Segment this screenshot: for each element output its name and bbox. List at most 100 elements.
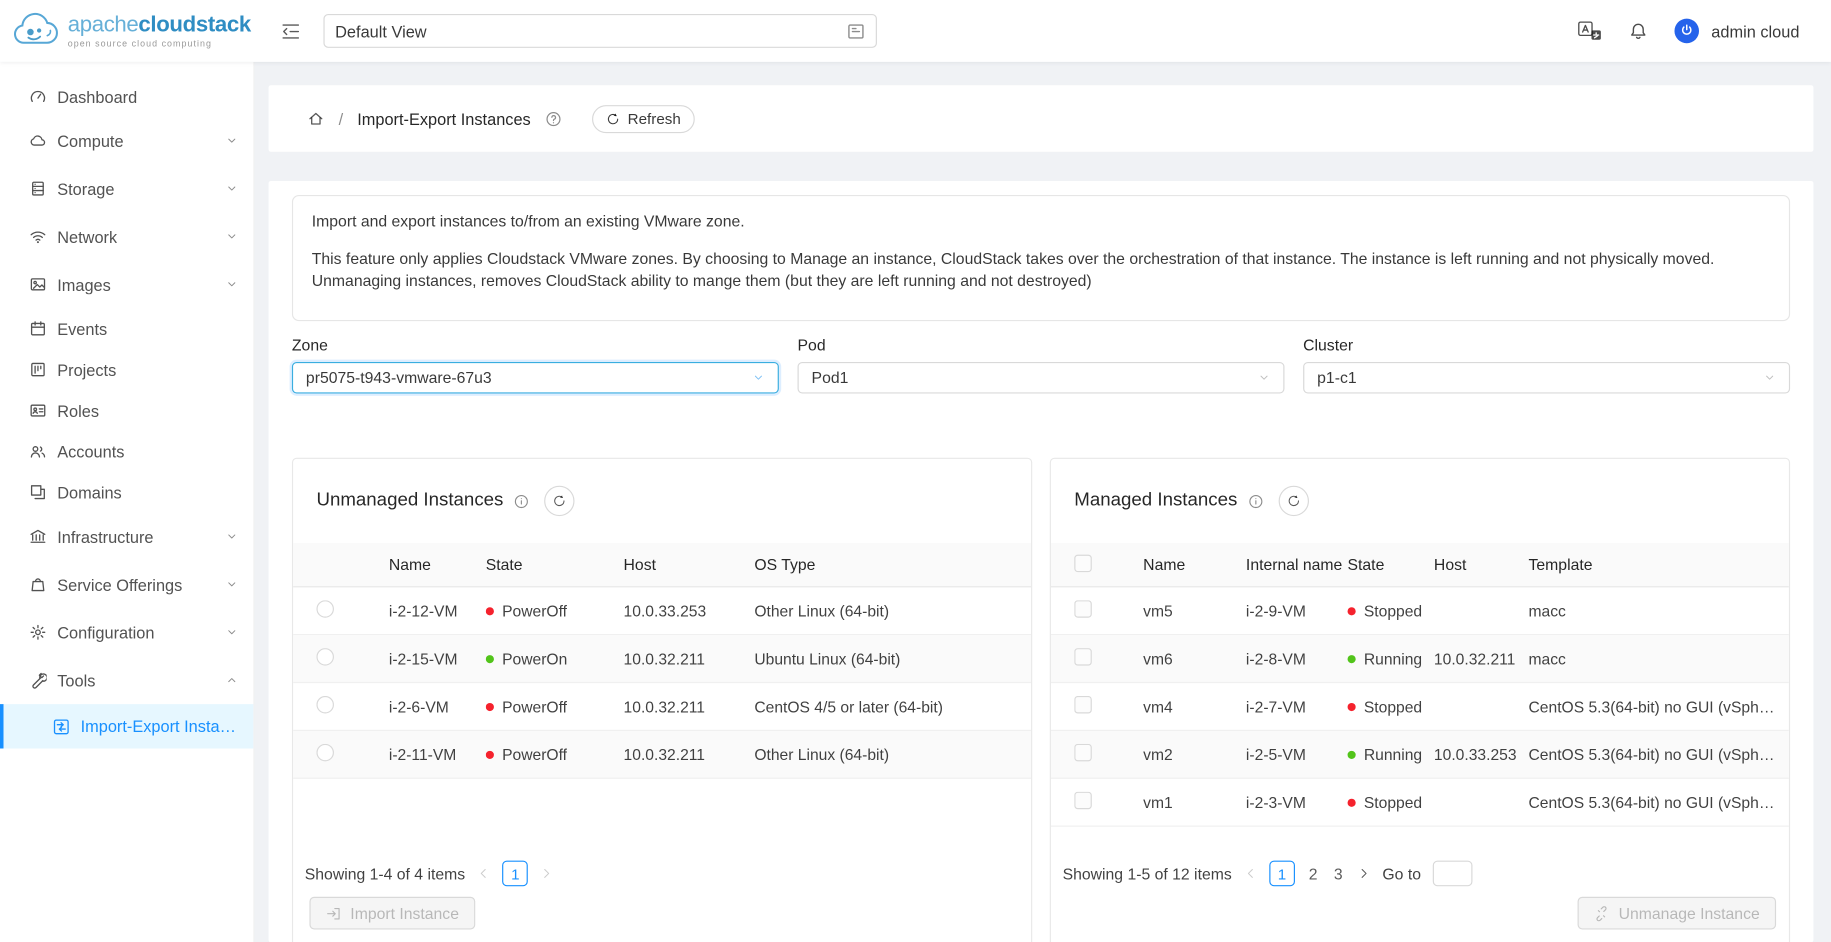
page-number-current[interactable]: 1 [502,861,528,887]
project-icon [29,361,47,379]
view-selector[interactable] [323,14,876,48]
table-row[interactable]: i-2-12-VM PowerOff 10.0.33.253 Other Lin… [293,587,1031,635]
chevron-down-icon [225,626,238,639]
sidebar-item-network[interactable]: Network [0,213,253,261]
row-radio[interactable] [316,696,334,714]
translation-icon[interactable] [1577,21,1602,41]
row-checkbox[interactable] [1074,792,1092,810]
state-text: PowerOn [502,650,567,668]
sidebar-item-accounts[interactable]: Accounts [0,431,253,472]
name-cell: vm1 [1143,793,1246,811]
chevron-right-icon[interactable] [1357,866,1371,880]
os-type-cell: Other Linux (64-bit) [754,746,1024,764]
table-row[interactable]: vm6 i-2-8-VM Running 10.0.32.211 macc [1051,635,1789,683]
refresh-icon [552,494,566,508]
managed-refresh-button[interactable] [1278,486,1308,516]
brand-tagline: open source cloud computing [68,39,251,48]
view-select-input[interactable] [335,22,837,41]
page-title: Import-Export Instances [357,109,531,128]
top-bar: apachecloudstack open source cloud compu… [0,0,1831,62]
column-header: Name [389,556,486,574]
sidebar-item-label: Tools [57,671,95,690]
avatar[interactable] [1674,19,1699,44]
import-instance-button[interactable]: Import Instance [309,897,475,930]
table-row[interactable]: i-2-6-VM PowerOff 10.0.32.211 CentOS 4/5… [293,683,1031,731]
table-row[interactable]: vm2 i-2-5-VM Running 10.0.33.253 CentOS … [1051,731,1789,779]
row-radio[interactable] [316,600,334,618]
sidebar-item-roles[interactable]: Roles [0,390,253,431]
table-row[interactable]: i-2-11-VM PowerOff 10.0.32.211 Other Lin… [293,731,1031,779]
sidebar-item-projects[interactable]: Projects [0,349,253,390]
menu-fold-icon[interactable] [280,20,301,41]
unmanaged-instances-panel: Unmanaged Instances Name State Host OS T… [292,458,1032,942]
sidebar-item-infrastructure[interactable]: Infrastructure [0,513,253,561]
info-circle-icon[interactable] [514,493,529,508]
bell-icon[interactable] [1628,22,1647,41]
goto-page-input[interactable] [1433,861,1473,887]
sidebar-item-domains[interactable]: Domains [0,472,253,513]
sidebar-item-tools[interactable]: Tools [0,656,253,704]
sidebar-item-service-offerings[interactable]: Service Offerings [0,560,253,608]
host-cell: 10.0.32.211 [624,698,755,716]
refresh-icon [1286,494,1300,508]
page-number-current[interactable]: 1 [1269,861,1295,887]
refresh-button[interactable]: Refresh [591,105,694,133]
name-cell: i-2-11-VM [389,746,486,764]
cluster-select[interactable]: p1-c1 [1303,362,1790,394]
question-circle-icon[interactable] [545,110,561,126]
row-checkbox[interactable] [1074,648,1092,666]
template-cell: CentOS 5.3(64-bit) no GUI (vSphere) [1529,793,1782,811]
radio-cell [316,744,388,765]
internal-name-cell: i-2-8-VM [1246,650,1348,668]
os-type-cell: Other Linux (64-bit) [754,602,1024,620]
sidebar-item-import-export-instances[interactable]: Import-Export Instances [0,704,253,748]
chevron-left-icon[interactable] [477,866,491,880]
chevron-left-icon[interactable] [1243,866,1257,880]
pod-select[interactable]: Pod1 [798,362,1285,394]
template-cell: macc [1529,602,1782,620]
table-row[interactable]: vm4 i-2-7-VM Stopped CentOS 5.3(64-bit) … [1051,683,1789,731]
page-number[interactable]: 3 [1332,865,1345,883]
chevron-down-icon [752,371,765,384]
host-cell: 10.0.32.211 [1434,650,1529,668]
sidebar-item-storage[interactable]: Storage [0,165,253,213]
chevron-right-icon[interactable] [540,866,554,880]
table-row[interactable]: i-2-15-VM PowerOn 10.0.32.211 Ubuntu Lin… [293,635,1031,683]
table-row[interactable]: vm5 i-2-9-VM Stopped macc [1051,587,1789,635]
row-radio[interactable] [316,744,334,762]
idcard-icon [29,402,47,420]
brand-name: apachecloudstack [68,14,251,36]
state-text: Running [1364,650,1422,668]
zone-select[interactable]: pr5075-t943-vmware-67u3 [292,362,779,394]
sidebar-item-compute[interactable]: Compute [0,117,253,165]
table-row[interactable]: vm1 i-2-3-VM Stopped CentOS 5.3(64-bit) … [1051,779,1789,827]
sidebar-item-dashboard[interactable]: Dashboard [0,76,253,117]
unmanaged-refresh-button[interactable] [544,486,574,516]
managed-instances-panel: Managed Instances Name Internal name Sta… [1050,458,1790,942]
sidebar-item-events[interactable]: Events [0,308,253,349]
project-view-icon[interactable] [847,22,866,41]
user-menu[interactable]: admin cloud [1674,19,1800,44]
info-circle-icon[interactable] [1248,493,1263,508]
home-icon[interactable] [307,110,325,128]
row-checkbox[interactable] [1074,744,1092,762]
unmanage-instance-button[interactable]: Unmanage Instance [1578,897,1776,930]
select-all-checkbox[interactable] [1074,554,1092,572]
column-header: State [1348,556,1434,574]
pagination-summary: Showing 1-4 of 4 items [305,865,465,883]
column-header: Template [1529,556,1782,574]
sidebar-item-configuration[interactable]: Configuration [0,608,253,656]
tool-icon [29,671,47,689]
row-checkbox[interactable] [1074,696,1092,714]
name-cell: vm5 [1143,602,1246,620]
brand-cloudstack: cloudstack [138,12,250,37]
chevron-down-icon [225,182,238,195]
row-radio[interactable] [316,648,334,666]
sidebar-item-images[interactable]: Images [0,260,253,308]
pod-filter: Pod Pod1 [798,336,1285,393]
radio-cell [316,696,388,717]
page-number[interactable]: 2 [1306,865,1319,883]
row-checkbox[interactable] [1074,600,1092,618]
user-name[interactable]: admin cloud [1711,22,1799,41]
state-dot [1348,607,1356,615]
